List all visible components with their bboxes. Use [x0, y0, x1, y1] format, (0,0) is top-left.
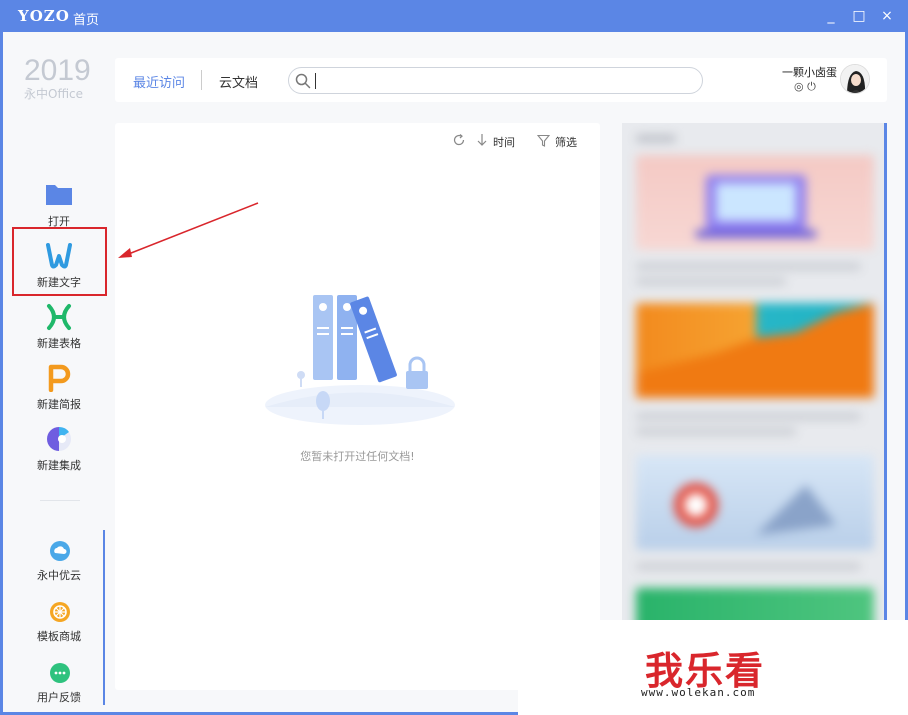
- annotation-arrow: [118, 202, 259, 258]
- watermark-url: www.wolekan.com: [641, 686, 756, 699]
